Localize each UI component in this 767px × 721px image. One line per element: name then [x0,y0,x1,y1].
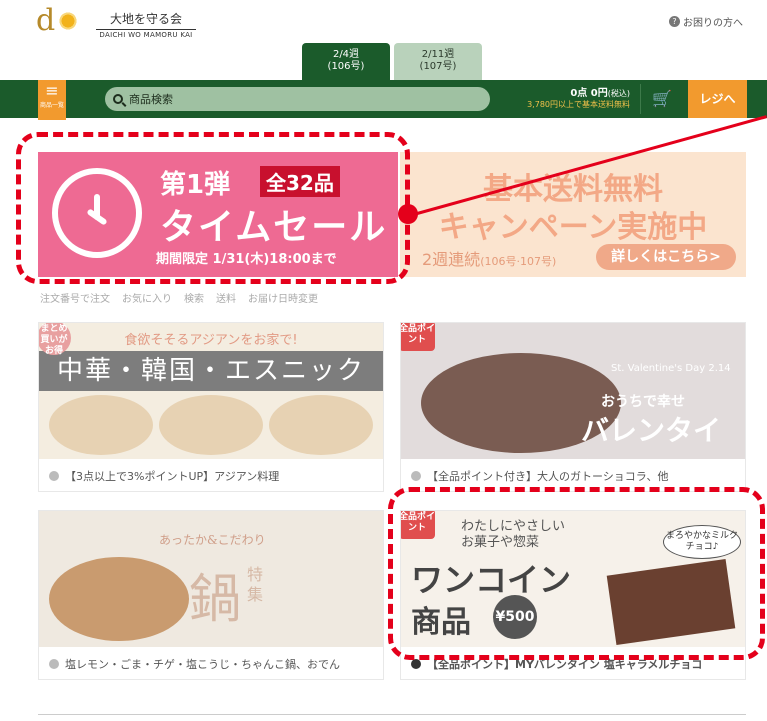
question-icon: ? [669,16,680,27]
asian-caption-text: 【3点以上で3%ポイントUP】アジアン料理 [65,470,280,483]
pot-image [49,557,189,641]
help-link[interactable]: ? お困りの方へ [669,14,743,29]
nabe-side: 特集 [247,565,264,604]
points-summary: 0点 0円(税込) 3,780円以上で基本送料無料 [510,84,630,110]
tab-week-label: 2/4週 [332,49,360,60]
valentine-sub: おうちで幸せ [601,394,685,410]
quick-link-search[interactable]: 検索 [184,290,204,305]
tab-week-sub: (107号) [419,61,457,72]
points-value: 0点 0円 [570,88,608,99]
search-placeholder: 商品検索 [129,93,173,106]
search-icon [113,94,123,104]
valentine-date: St. Valentine's Day 2.14 [611,363,731,374]
all-points-tag: 全品ポイント [401,323,435,351]
dish-image [159,395,263,455]
site-logo[interactable]: d [36,3,79,38]
nabe-feature-card[interactable]: あったか&こだわり 鍋 特集 塩レモン・ごま・チゲ・塩こうじ・ちゃんこ鍋、おでん [38,510,384,680]
product-menu-button[interactable]: ≡ 商品一覧 [38,80,66,120]
navbar-divider [640,84,641,114]
quick-link-order-number[interactable]: 注文番号で注文 [40,290,110,305]
footer-divider [38,714,746,715]
logo-letter: d [36,3,56,38]
logo-jp: 大地を守る会 [109,12,182,26]
arrow-icon [411,471,421,481]
asian-caption: 【3点以上で3%ポイントUP】アジアン料理 [39,459,383,491]
valentine-title: バレンタイン [581,414,722,459]
sun-icon [58,11,79,31]
dish-image [269,395,373,455]
asian-food-image: 食欲そそるアジアンをお家で! 中華・韓国・エスニック まとめ買いがお得 [39,323,383,459]
tab-week-107[interactable]: 2/11週 (107号) [394,43,482,81]
cart-icon[interactable]: 🛒 [650,87,674,111]
quick-links: 注文番号で注文 お気に入り 検索 送料 お届け日時変更 [40,290,330,305]
asian-middle-text: 中華・韓国・エスニック [39,351,383,391]
nabe-caption: 塩レモン・ごま・チゲ・塩こうじ・ちゃんこ鍋、おでん [39,647,383,679]
tab-week-label: 2/11週 [421,49,455,60]
nabe-sub: あったか&こだわり [159,533,266,547]
logo-wordmark[interactable]: 大地を守る会 DAICHI WO MAMORU KAI [96,10,196,39]
points-tax: (税込) [607,89,630,98]
logo-en: DAICHI WO MAMORU KAI [96,29,196,39]
gateau-chocolat-image: St. Valentine's Day 2.14 おうちで幸せ バレンタイン 全… [401,323,745,459]
help-label: お困りの方へ [683,18,743,29]
quick-link-favorites[interactable]: お気に入り [122,290,172,305]
menu-label: 商品一覧 [39,102,64,109]
tab-week-106[interactable]: 2/4週 (106号) [302,43,390,81]
hamburger-icon: ≡ [45,81,59,100]
annotation-highlight-onecoin [388,487,765,660]
gateau-caption-text: 【全品ポイント付き】大人のガトーショコラ、他 [427,470,669,483]
quick-link-delivery-change[interactable]: お届け日時変更 [248,290,318,305]
register-button[interactable]: レジへ [688,80,747,118]
annotation-pointer-dot [398,204,418,224]
tab-week-sub: (106号) [327,61,365,72]
nabe-big: 鍋 [189,570,242,630]
arrow-icon [49,659,59,669]
search-input[interactable]: 商品検索 [105,87,490,111]
arrow-icon [411,659,421,669]
asian-food-card[interactable]: 食欲そそるアジアンをお家で! 中華・韓国・エスニック まとめ買いがお得 【3点以… [38,322,384,492]
quick-link-shipping[interactable]: 送料 [216,290,236,305]
gateau-chocolat-card[interactable]: St. Valentine's Day 2.14 おうちで幸せ バレンタイン 全… [400,322,746,492]
annotation-highlight-timesale [16,132,410,284]
nabe-caption-text: 塩レモン・ごま・チゲ・塩こうじ・ちゃんこ鍋、おでん [65,658,340,671]
shipping-note: 3,780円以上で基本送料無料 [527,100,630,109]
campaign-foot: 2週連続(106号·107号) [422,246,556,270]
arrow-icon [49,471,59,481]
nabe-image: あったか&こだわり 鍋 特集 [39,511,383,647]
campaign-details-button[interactable]: 詳しくはこちら> [596,244,736,270]
dish-image [49,395,153,455]
campaign-line2: キャンペーン実施中 [438,210,708,245]
campaign-foot-sub: (106号·107号) [480,255,557,268]
asian-top-text: 食欲そそるアジアンをお家で! [124,333,298,348]
campaign-foot-main: 2週連続 [422,250,481,269]
